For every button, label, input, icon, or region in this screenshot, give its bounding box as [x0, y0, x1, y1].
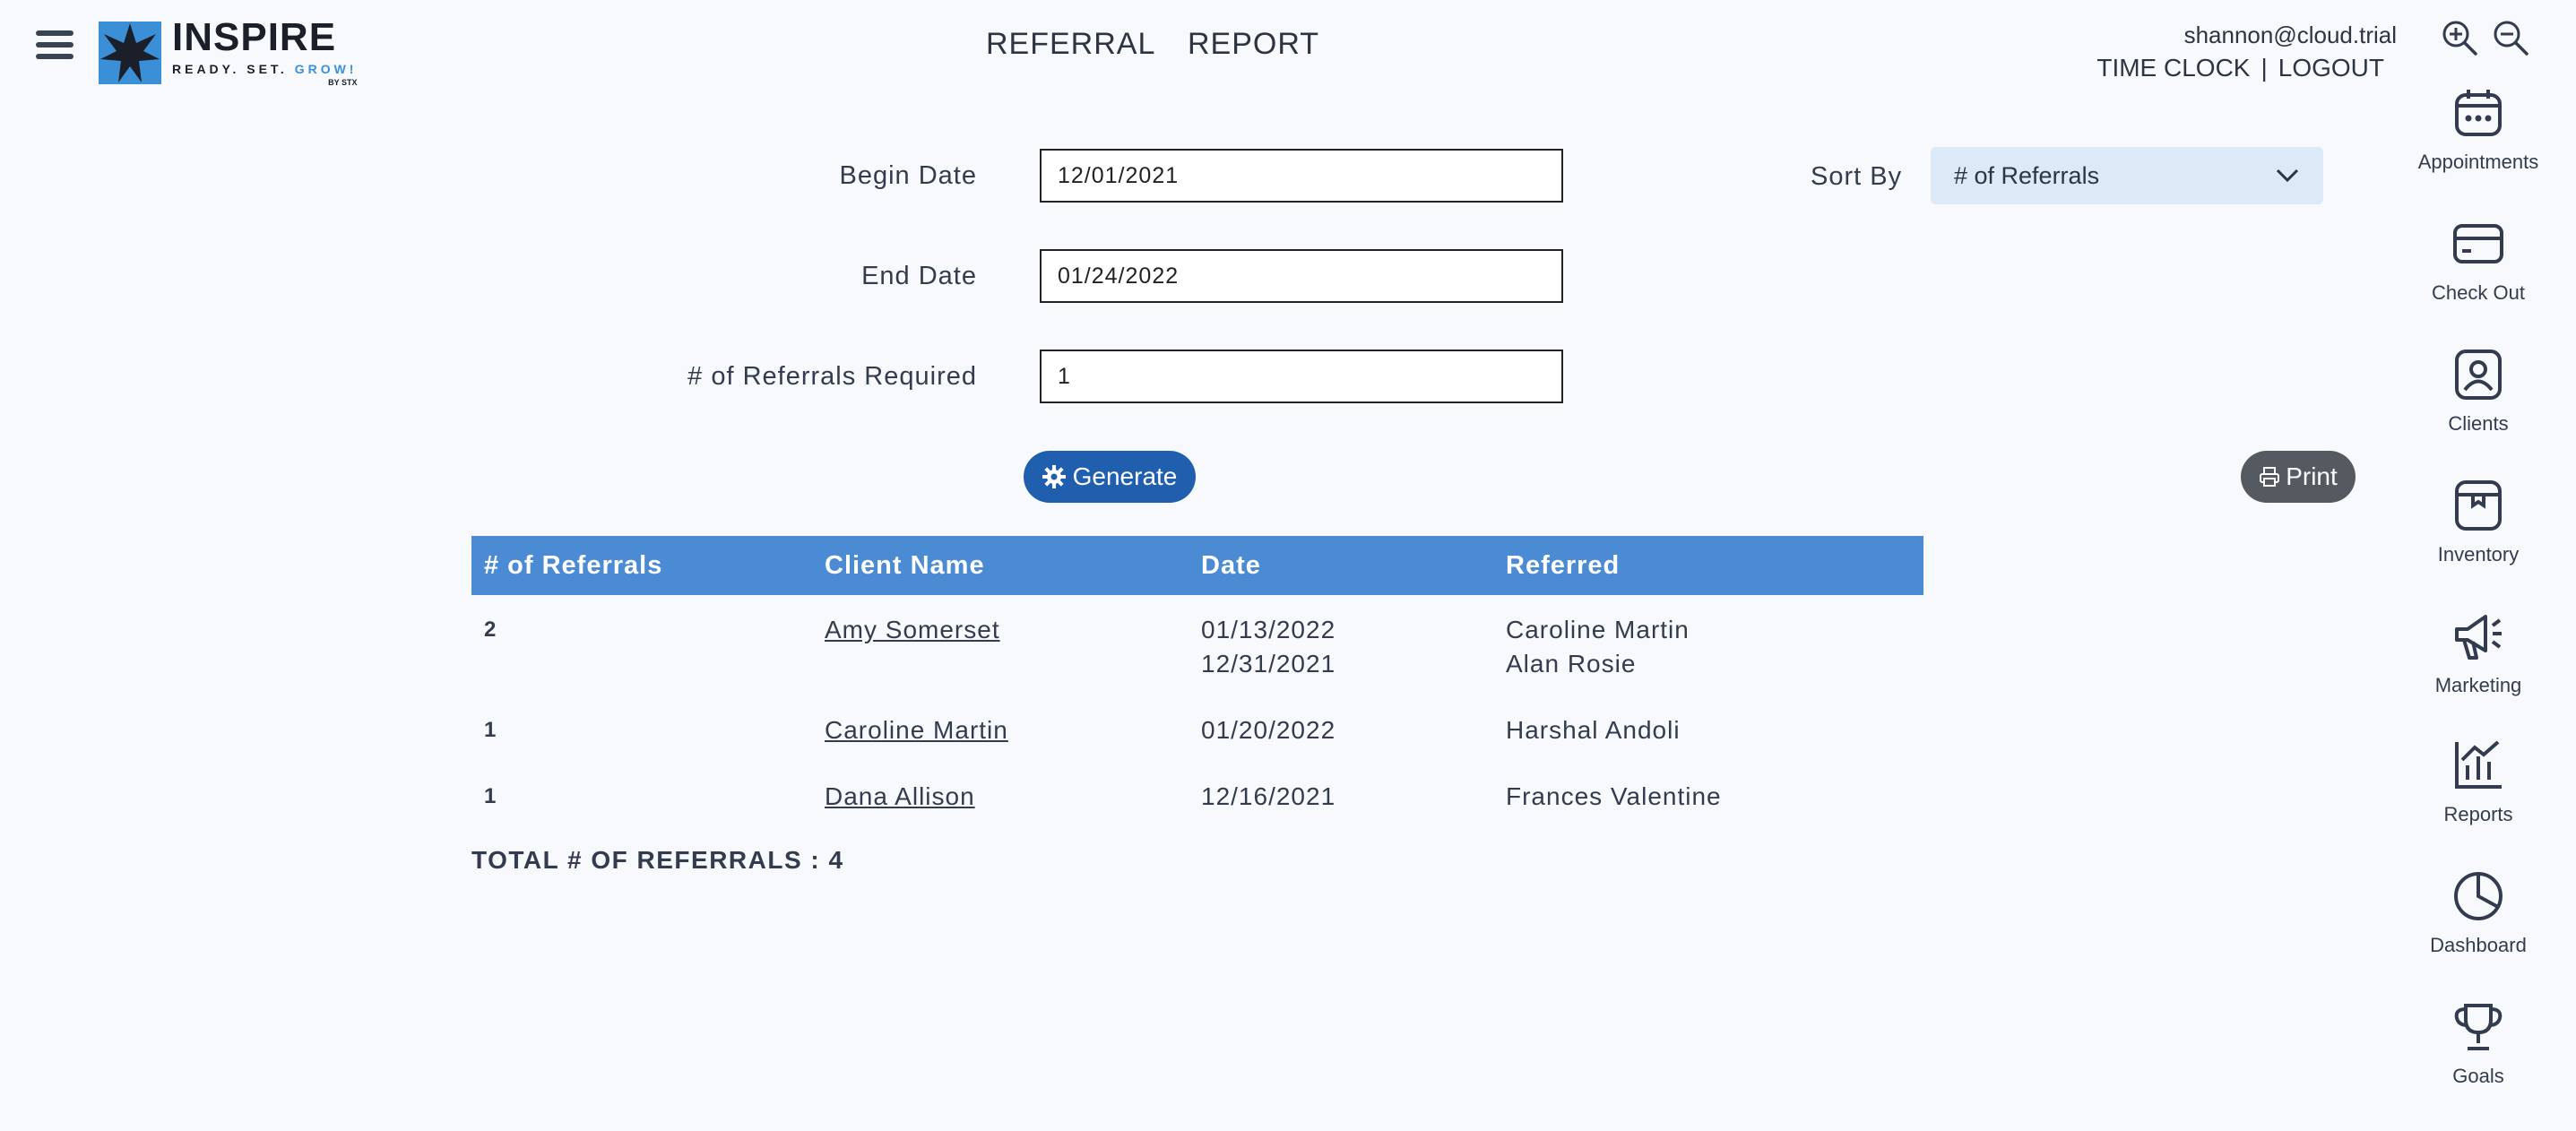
- sort-by-label: Sort By: [1811, 162, 1903, 191]
- logo-name: INSPIRE: [172, 15, 337, 59]
- referral-count: 1: [484, 718, 497, 742]
- bar-chart-icon: [2455, 740, 2502, 789]
- referred-name: Caroline Martin: [1506, 616, 1690, 643]
- printer-icon: [2260, 467, 2280, 487]
- nav-label: Appointments: [2417, 151, 2539, 173]
- referral-count: 1: [484, 784, 497, 808]
- box-icon: [2455, 480, 2502, 531]
- nav-item-dashboard[interactable]: Dashboard: [2411, 869, 2546, 957]
- hamburger-menu-icon[interactable]: [36, 30, 73, 63]
- user-links: TIME CLOCK | LOGOUT: [2096, 54, 2384, 82]
- end-date-input[interactable]: [1040, 249, 1563, 303]
- nav-label: Dashboard: [2430, 934, 2527, 956]
- link-separator: |: [2260, 54, 2268, 82]
- nav-item-clients[interactable]: Clients: [2411, 348, 2546, 436]
- nav-label: Goals: [2452, 1065, 2504, 1087]
- credit-card-icon: [2453, 224, 2503, 263]
- print-label: Print: [2286, 462, 2338, 490]
- begin-date-label: Begin Date: [839, 161, 977, 190]
- generate-button[interactable]: Generate: [1024, 451, 1196, 503]
- sort-by-value: # of Referrals: [1954, 161, 2100, 189]
- generate-label: Generate: [1072, 462, 1178, 490]
- column-header[interactable]: # of Referrals: [471, 536, 812, 595]
- referral-date: 12/16/2021: [1201, 782, 1336, 810]
- gear-icon: [1042, 465, 1066, 488]
- end-date-label: End Date: [861, 262, 977, 290]
- referral-date: 01/20/2022: [1201, 716, 1336, 744]
- referred-name: Frances Valentine: [1506, 782, 1722, 810]
- table-row: 1 Caroline Martin 01/20/2022 Harshal And…: [471, 695, 1923, 762]
- total-referrals: TOTAL # OF REFERRALS : 4: [471, 846, 844, 874]
- begin-date-input[interactable]: [1040, 149, 1563, 203]
- logout-link[interactable]: LOGOUT: [2278, 54, 2384, 82]
- nav-label: Inventory: [2437, 543, 2520, 566]
- table-row: 2 Amy Somerset 01/13/2022 12/31/2021 Caro…: [471, 595, 1923, 695]
- pie-chart-icon: [2454, 872, 2503, 920]
- referred-name: Alan Rosie: [1506, 650, 1637, 678]
- logo-tagline-grow: GROW!: [294, 62, 358, 76]
- logo-by: BY STX: [328, 78, 358, 87]
- nav-item-appointments[interactable]: Appointments: [2411, 86, 2546, 174]
- user-badge-icon: [2455, 350, 2502, 400]
- trophy-icon: [2454, 1004, 2503, 1050]
- client-name-link[interactable]: Amy Somerset: [825, 616, 1000, 643]
- referral-date: 01/13/2022: [1201, 616, 1336, 643]
- referral-table: # of Referrals Client Name Date Referred…: [471, 536, 1923, 828]
- time-clock-link[interactable]: TIME CLOCK: [2096, 54, 2250, 82]
- user-email: shannon@cloud.trial: [2183, 22, 2397, 48]
- client-name-link[interactable]: Dana Allison: [825, 782, 975, 810]
- logo-star-icon: [99, 21, 161, 84]
- nav-label: Marketing: [2434, 674, 2522, 696]
- nav-item-goals[interactable]: Goals: [2411, 1000, 2546, 1088]
- calendar-icon: [2455, 90, 2502, 136]
- nav-label: Clients: [2448, 412, 2509, 435]
- nav-item-reports[interactable]: Reports: [2411, 738, 2546, 826]
- referrals-required-input[interactable]: [1040, 350, 1563, 403]
- referrals-required-label: # of Referrals Required: [687, 362, 977, 391]
- nav-item-marketing[interactable]: Marketing: [2411, 609, 2546, 697]
- zoom-out-icon[interactable]: [2491, 18, 2530, 57]
- nav-label: Check Out: [2432, 281, 2525, 304]
- table-row: 1 Dana Allison 12/16/2021 Frances Valent…: [471, 762, 1923, 828]
- referral-date: 12/31/2021: [1201, 650, 1336, 678]
- client-name-link[interactable]: Caroline Martin: [825, 716, 1008, 744]
- column-header[interactable]: Client Name: [812, 536, 1189, 595]
- column-header[interactable]: Date: [1189, 536, 1493, 595]
- megaphone-icon: [2455, 615, 2502, 660]
- page-title: REFERRAL REPORT: [986, 27, 1320, 61]
- nav-label: Reports: [2443, 803, 2513, 825]
- logo-tagline: READY. SET.: [172, 62, 288, 76]
- referral-count: 2: [484, 617, 497, 642]
- table-header-row: # of Referrals Client Name Date Referred: [471, 536, 1923, 595]
- nav-item-check-out[interactable]: Check Out: [2411, 217, 2546, 305]
- logo: INSPIRE READY. SET. GROW! BY STX: [99, 18, 357, 87]
- column-header[interactable]: Referred: [1493, 536, 1923, 595]
- sort-by-select[interactable]: # of Referrals: [1931, 147, 2323, 204]
- referred-name: Harshal Andoli: [1506, 716, 1681, 744]
- nav-item-inventory[interactable]: Inventory: [2411, 479, 2546, 566]
- zoom-in-icon[interactable]: [2440, 18, 2479, 57]
- print-button[interactable]: Print: [2241, 451, 2356, 503]
- chevron-down-icon: [2276, 168, 2299, 183]
